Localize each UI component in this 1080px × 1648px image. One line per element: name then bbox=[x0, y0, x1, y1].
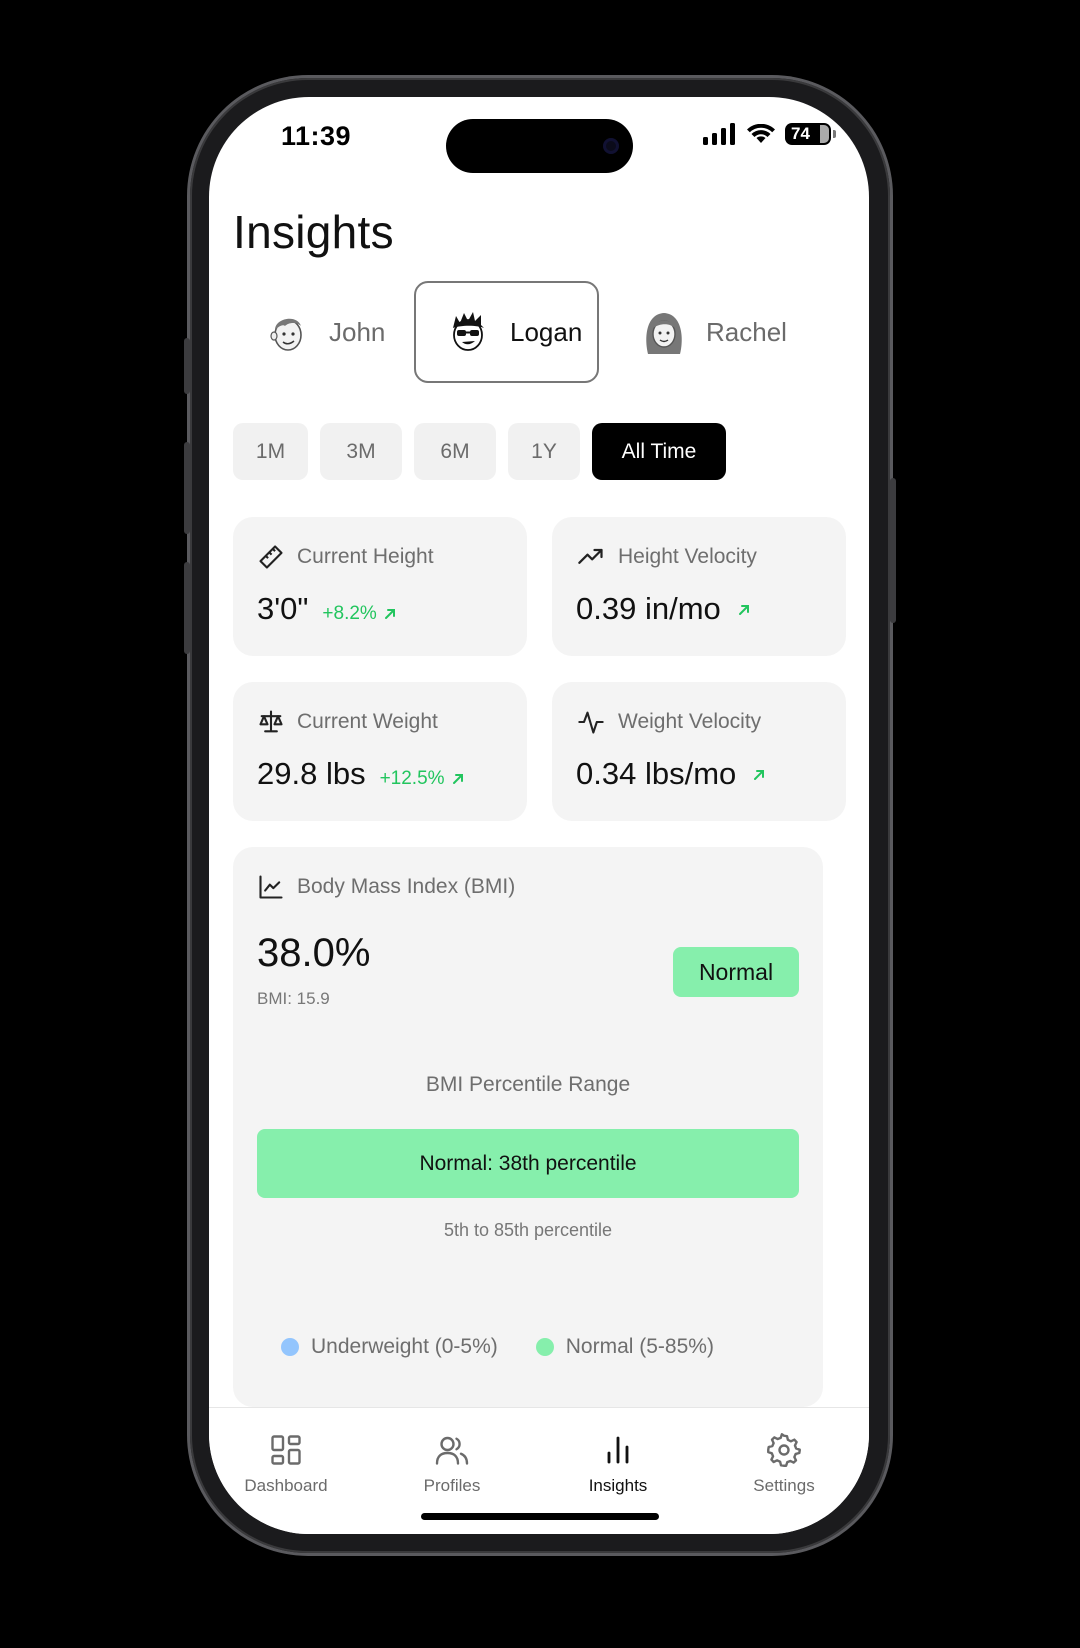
line-chart-icon bbox=[259, 875, 283, 899]
bmi-label: Body Mass Index (BMI) bbox=[297, 875, 516, 898]
arrow-up-right-icon bbox=[754, 770, 765, 780]
page-title: Insights bbox=[233, 206, 394, 258]
legend-item-underweight: Underweight (0-5%) bbox=[281, 1335, 498, 1359]
front-camera-icon bbox=[603, 138, 619, 154]
profile-name: John bbox=[329, 316, 386, 347]
activity-icon bbox=[578, 711, 604, 734]
ruler-icon bbox=[259, 545, 283, 569]
trending-up-icon bbox=[578, 548, 603, 564]
profile-john[interactable]: John bbox=[241, 281, 401, 383]
profile-logan[interactable]: Logan bbox=[414, 281, 599, 383]
metric-value: 3'0" bbox=[257, 591, 309, 626]
tab-dashboard[interactable]: Dashboard bbox=[221, 1432, 351, 1496]
screen: 11:39 74 Insights John Logan Rachel 1M 3… bbox=[209, 97, 869, 1534]
girl-face-icon bbox=[646, 313, 682, 354]
profile-switcher: John Logan Rachel bbox=[233, 281, 845, 383]
power-button bbox=[890, 478, 896, 623]
metric-value: 0.34 lbs/mo bbox=[576, 756, 737, 791]
action-button bbox=[184, 338, 190, 394]
bmi-status-badge: Normal bbox=[673, 947, 799, 997]
bmi-range-bar: Normal: 38th percentile bbox=[257, 1129, 799, 1198]
time-range-selector: 1M 3M 6M 1Y All Time bbox=[233, 423, 726, 480]
profile-name: Logan bbox=[510, 316, 583, 347]
tab-label: Profiles bbox=[423, 1476, 481, 1495]
grid-icon bbox=[271, 1435, 301, 1465]
metric-value: 29.8 lbs bbox=[257, 756, 366, 791]
arrow-up-right-icon bbox=[384, 609, 395, 619]
range-all-time[interactable]: All Time bbox=[592, 423, 726, 480]
current-weight-card[interactable]: Current Weight 29.8 lbs +12.5% bbox=[233, 682, 527, 821]
home-indicator[interactable] bbox=[421, 1513, 659, 1520]
range-1m[interactable]: 1M bbox=[233, 423, 308, 480]
wifi-icon bbox=[747, 124, 775, 143]
users-icon bbox=[435, 1436, 469, 1465]
status-icons: 74 bbox=[703, 123, 836, 145]
tab-label: Dashboard bbox=[244, 1476, 328, 1495]
legend-label: Normal (5-85%) bbox=[565, 1335, 714, 1358]
metric-delta: +8.2% bbox=[322, 603, 377, 624]
bmi-range-note: 5th to 85th percentile bbox=[443, 1220, 613, 1240]
scale-icon bbox=[259, 710, 283, 733]
legend-dot bbox=[535, 1338, 554, 1356]
profile-name: Rachel bbox=[706, 316, 787, 347]
tab-insights[interactable]: Insights bbox=[553, 1432, 683, 1496]
status-time: 11:39 bbox=[281, 121, 352, 151]
metric-delta: +12.5% bbox=[379, 768, 445, 789]
height-velocity-card[interactable]: Height Velocity 0.39 in/mo bbox=[552, 517, 846, 656]
tab-profiles[interactable]: Profiles bbox=[387, 1432, 517, 1496]
metric-label: Current Weight bbox=[297, 710, 438, 733]
metric-label: Current Height bbox=[297, 545, 434, 568]
metric-label: Height Velocity bbox=[618, 545, 757, 568]
bmi-range-title: BMI Percentile Range bbox=[425, 1073, 631, 1096]
cellular-signal-icon bbox=[703, 123, 735, 145]
bar-chart-icon bbox=[607, 1436, 629, 1464]
bmi-legend: Underweight (0-5%) Normal (5-85%) bbox=[281, 1335, 714, 1359]
legend-dot bbox=[281, 1338, 299, 1356]
battery-empty-portion bbox=[820, 125, 829, 143]
battery-level: 74 bbox=[791, 124, 810, 143]
arrow-up-right-icon bbox=[452, 774, 463, 784]
volume-up-button bbox=[184, 442, 190, 534]
range-3m[interactable]: 3M bbox=[320, 423, 402, 480]
boy-face-icon bbox=[270, 318, 302, 351]
weight-velocity-card[interactable]: Weight Velocity 0.34 lbs/mo bbox=[552, 682, 846, 821]
tab-settings[interactable]: Settings bbox=[719, 1432, 849, 1496]
metric-value: 0.39 in/mo bbox=[576, 591, 721, 626]
range-1y[interactable]: 1Y bbox=[508, 423, 580, 480]
bmi-percentile: 38.0% bbox=[257, 931, 371, 975]
bmi-card: Body Mass Index (BMI) 38.0% BMI: 15.9 No… bbox=[233, 847, 823, 1407]
dynamic-island bbox=[446, 119, 633, 173]
profile-rachel[interactable]: Rachel bbox=[618, 281, 818, 383]
gear-icon bbox=[767, 1433, 801, 1467]
metric-label: Weight Velocity bbox=[618, 710, 762, 733]
current-height-card[interactable]: Current Height 3'0" +8.2% bbox=[233, 517, 527, 656]
range-6m[interactable]: 6M bbox=[414, 423, 496, 480]
tab-label: Settings bbox=[753, 1476, 815, 1495]
arrow-up-right-icon bbox=[738, 605, 749, 615]
battery-indicator: 74 bbox=[785, 123, 836, 145]
tab-label: Insights bbox=[588, 1476, 648, 1495]
volume-down-button bbox=[184, 562, 190, 654]
bottom-tab-bar: Dashboard Profiles Insights Settings bbox=[209, 1407, 869, 1534]
bmi-value: BMI: 15.9 bbox=[257, 989, 330, 1008]
legend-label: Underweight (0-5%) bbox=[311, 1335, 498, 1358]
sunglasses-face-icon bbox=[453, 312, 484, 351]
legend-item-normal: Normal (5-85%) bbox=[535, 1335, 714, 1359]
